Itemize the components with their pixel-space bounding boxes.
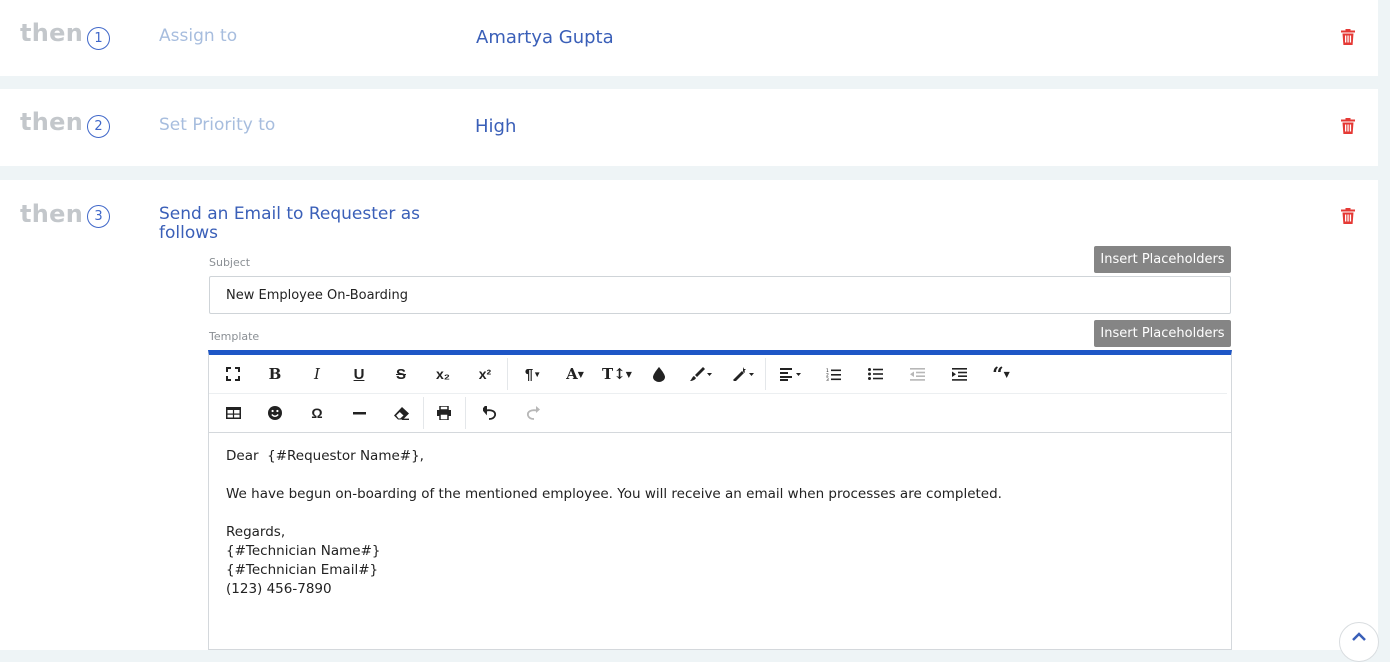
superscript-icon[interactable]: x² [468, 359, 502, 389]
editor-line: Regards, [226, 524, 286, 540]
action-label[interactable]: Assign to [159, 26, 237, 46]
editor-line: (123) 456-7890 [226, 581, 332, 597]
action-value[interactable]: High [475, 116, 516, 137]
paragraph-format-icon[interactable]: ¶ ▼ [516, 359, 550, 389]
italic-icon[interactable]: I [300, 359, 334, 389]
ordered-list-icon[interactable]: 123 [816, 359, 850, 389]
indent-icon[interactable] [942, 359, 976, 389]
trash-icon[interactable] [1341, 29, 1355, 45]
editor-toolbar-row-1: B I U S x₂ x² ¶ ▼ A ▼ T↕ ▼ 123 “ ▼ [209, 355, 1227, 394]
rich-text-editor: B I U S x₂ x² ¶ ▼ A ▼ T↕ ▼ 123 “ ▼ Ω Dea… [208, 350, 1232, 650]
action-label[interactable]: Send an Email to Requester as follows [159, 205, 449, 243]
action-row-3: then 3 Send an Email to Requester as fol… [0, 180, 1378, 650]
undo-icon[interactable] [473, 398, 507, 428]
trash-icon[interactable] [1341, 118, 1355, 134]
underline-icon[interactable]: U [342, 359, 376, 389]
subject-input[interactable] [209, 276, 1231, 314]
editor-content[interactable]: Dear {#Requestor Name#}, We have begun o… [226, 447, 1216, 599]
font-family-icon[interactable]: A ▼ [558, 359, 592, 389]
action-label-line: Send an Email to Requester as [159, 204, 421, 224]
action-row-2: then 2 Set Priority to High [0, 89, 1378, 166]
step-number: 1 [87, 27, 110, 50]
step-number: 2 [87, 115, 110, 138]
subject-label: Subject [209, 256, 251, 269]
step-number: 3 [87, 205, 110, 228]
special-characters-icon[interactable]: Ω [300, 398, 334, 428]
scroll-to-top-button[interactable] [1339, 622, 1379, 662]
redo-icon[interactable] [515, 398, 549, 428]
align-icon[interactable] [774, 359, 808, 389]
paint-brush-icon[interactable] [684, 359, 718, 389]
toolbar-divider [209, 432, 1231, 433]
then-keyword: then [20, 19, 84, 47]
text-color-icon[interactable] [642, 359, 676, 389]
horizontal-line-icon[interactable] [342, 398, 376, 428]
editor-toolbar-row-2: Ω [209, 394, 1227, 432]
editor-line: Dear {#Requestor Name#}, [226, 448, 424, 464]
strikethrough-icon[interactable]: S [384, 359, 418, 389]
bold-icon[interactable]: B [258, 359, 292, 389]
insert-placeholders-button[interactable]: Insert Placeholders [1094, 246, 1231, 273]
emoticon-icon[interactable] [258, 398, 292, 428]
editor-line: {#Technician Email#} [226, 562, 379, 578]
table-icon[interactable] [216, 398, 250, 428]
eraser-icon[interactable] [384, 398, 418, 428]
print-icon[interactable] [427, 398, 461, 428]
subscript-icon[interactable]: x₂ [426, 359, 460, 389]
magic-wand-icon[interactable] [726, 359, 760, 389]
insert-placeholders-button[interactable]: Insert Placeholders [1094, 320, 1231, 347]
font-size-icon[interactable]: T↕ ▼ [600, 359, 634, 389]
fullscreen-icon[interactable] [216, 359, 250, 389]
then-keyword: then [20, 200, 84, 228]
trash-icon[interactable] [1341, 208, 1355, 224]
outdent-icon[interactable] [900, 359, 934, 389]
template-label: Template [209, 330, 260, 343]
unordered-list-icon[interactable] [858, 359, 892, 389]
action-label-line: follows [159, 223, 218, 243]
editor-line: We have begun on-boarding of the mention… [226, 486, 1002, 502]
svg-text:3: 3 [826, 377, 829, 381]
action-label[interactable]: Set Priority to [159, 115, 275, 135]
action-value[interactable]: Amartya Gupta [476, 27, 614, 48]
chevron-up-icon [1352, 632, 1366, 641]
quote-icon[interactable]: “▼ [984, 359, 1018, 389]
editor-line: {#Technician Name#} [226, 543, 381, 559]
then-keyword: then [20, 108, 84, 136]
action-row-1: then 1 Assign to Amartya Gupta [0, 0, 1378, 76]
